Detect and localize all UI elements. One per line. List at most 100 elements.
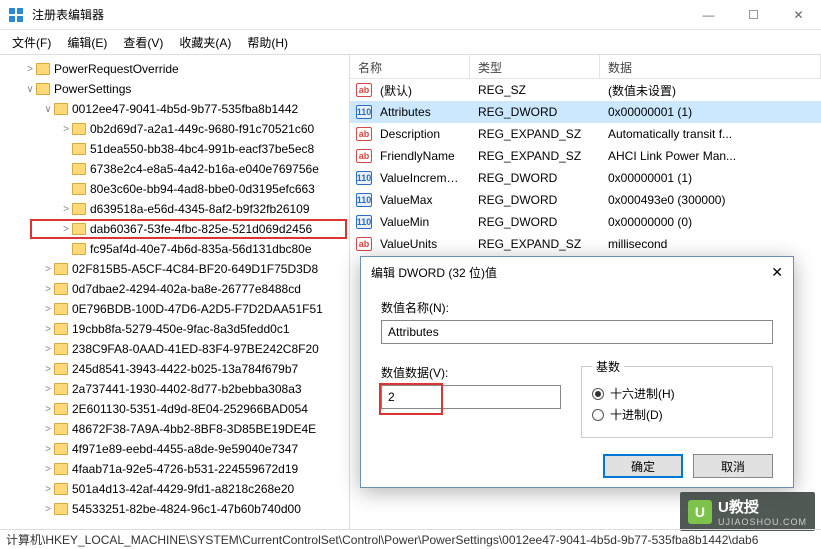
list-row[interactable]: 110ValueMinREG_DWORD0x00000000 (0)	[350, 211, 821, 233]
value-data-input[interactable]	[381, 385, 561, 409]
cell-type: REG_EXPAND_SZ	[470, 127, 600, 141]
expander-icon[interactable]: >	[60, 224, 72, 235]
expander-icon[interactable]: >	[42, 304, 54, 315]
expander-icon[interactable]: >	[42, 424, 54, 435]
value-data-label: 数值数据(V):	[381, 364, 561, 381]
tree-item-label: 51dea550-bb38-4bc4-991b-eacf37be5ec8	[90, 142, 314, 156]
tree-item[interactable]: > PowerRequestOverride	[0, 59, 349, 79]
tree-item[interactable]: >48672F38-7A9A-4bb2-8BF8-3D85BE19DE4E	[0, 419, 349, 439]
list-row[interactable]: 110AttributesREG_DWORD0x00000001 (1)	[350, 101, 821, 123]
menu-edit[interactable]: 编辑(E)	[59, 32, 115, 53]
dialog-titlebar: 编辑 DWORD (32 位)值 ✕	[361, 257, 793, 287]
folder-icon	[72, 223, 86, 235]
folder-icon	[54, 423, 68, 435]
expander-icon[interactable]: ∨	[24, 84, 36, 95]
watermark: U U教授 UJIAOSHOU.COM	[680, 492, 815, 531]
tree-item-label: 2a737441-1930-4402-8d77-b2bebba308a3	[72, 382, 302, 396]
menu-favorites[interactable]: 收藏夹(A)	[171, 32, 239, 53]
tree-item[interactable]: >501a4d13-42af-4429-9fd1-a8218c268e20	[0, 479, 349, 499]
cell-data: Automatically transit f...	[600, 127, 821, 141]
expander-icon[interactable]: >	[42, 484, 54, 495]
tree-item[interactable]: ∨0012ee47-9041-4b5d-9b77-535fba8b1442	[0, 99, 349, 119]
radio-hex[interactable]: 十六进制(H)	[592, 385, 762, 402]
cell-data: 0x00000000 (0)	[600, 215, 821, 229]
expander-icon[interactable]: >	[24, 64, 36, 75]
folder-icon	[72, 123, 86, 135]
tree-item[interactable]: 51dea550-bb38-4bc4-991b-eacf37be5ec8	[0, 139, 349, 159]
menu-view[interactable]: 查看(V)	[115, 32, 171, 53]
tree-item[interactable]: >02F815B5-A5CF-4C84-BF20-649D1F75D3D8	[0, 259, 349, 279]
tree-item[interactable]: 6738e2c4-e8a5-4a42-b16a-e040e769756e	[0, 159, 349, 179]
cell-name: ValueIncrement	[372, 171, 470, 185]
tree-item[interactable]: >0E796BDB-100D-47D6-A2D5-F7D2DAA51F51	[0, 299, 349, 319]
dialog-close-icon[interactable]: ✕	[771, 264, 783, 281]
tree-item[interactable]: 80e3c60e-bb94-4ad8-bbe0-0d3195efc663	[0, 179, 349, 199]
cell-type: REG_EXPAND_SZ	[470, 149, 600, 163]
tree-view[interactable]: > PowerRequestOverride ∨PowerSettings∨0012…	[0, 55, 350, 529]
expander-icon[interactable]: >	[42, 344, 54, 355]
tree-item-label: 02F815B5-A5CF-4C84-BF20-649D1F75D3D8	[72, 262, 318, 276]
tree-item[interactable]: >54533251-82be-4824-96c1-47b60b740d00	[0, 499, 349, 519]
list-row[interactable]: 110ValueMaxREG_DWORD0x000493e0 (300000)	[350, 189, 821, 211]
col-name[interactable]: 名称	[350, 55, 470, 78]
tree-item[interactable]: >245d8541-3943-4422-b025-13a784f679b7	[0, 359, 349, 379]
tree-item[interactable]: >d639518a-e56d-4345-8af2-b9f32fb26109	[0, 199, 349, 219]
list-row[interactable]: 110ValueIncrementREG_DWORD0x00000001 (1)	[350, 167, 821, 189]
tree-item-label: 245d8541-3943-4422-b025-13a784f679b7	[72, 362, 298, 376]
expander-icon[interactable]: >	[42, 364, 54, 375]
tree-item[interactable]: >dab60367-53fe-4fbc-825e-521d069d2456	[0, 219, 349, 239]
cell-data: AHCI Link Power Man...	[600, 149, 821, 163]
radio-dec[interactable]: 十进制(D)	[592, 406, 762, 423]
col-data[interactable]: 数据	[600, 55, 821, 78]
tree-item[interactable]: >0b2d69d7-a2a1-449c-9680-f91c70521c60	[0, 119, 349, 139]
minimize-button[interactable]: —	[686, 0, 731, 30]
tree-item[interactable]: >4faab71a-92e5-4726-b531-224559672d19	[0, 459, 349, 479]
close-button[interactable]: ✕	[776, 0, 821, 30]
tree-item[interactable]: ∨PowerSettings	[0, 79, 349, 99]
base-legend: 基数	[592, 358, 624, 375]
cancel-button[interactable]: 取消	[693, 454, 773, 478]
expander-icon[interactable]: >	[42, 444, 54, 455]
cell-type: REG_DWORD	[470, 193, 600, 207]
tree-item[interactable]: >19cbb8fa-5279-450e-9fac-8a3d5fedd0c1	[0, 319, 349, 339]
tree-item[interactable]: >2E601130-5351-4d9d-8E04-252966BAD054	[0, 399, 349, 419]
value-name-input[interactable]	[381, 320, 773, 344]
expander-icon[interactable]: >	[60, 124, 72, 135]
expander-icon[interactable]: >	[42, 504, 54, 515]
menu-file[interactable]: 文件(F)	[4, 32, 59, 53]
list-row[interactable]: ab(默认)REG_SZ(数值未设置)	[350, 79, 821, 101]
folder-icon	[72, 203, 86, 215]
ok-button[interactable]: 确定	[603, 454, 683, 478]
expander-icon[interactable]: >	[42, 404, 54, 415]
cell-type: REG_DWORD	[470, 171, 600, 185]
list-row[interactable]: abDescriptionREG_EXPAND_SZAutomatically …	[350, 123, 821, 145]
tree-item-label: 80e3c60e-bb94-4ad8-bbe0-0d3195efc663	[90, 182, 315, 196]
tree-item[interactable]: >4f971e89-eebd-4455-a8de-9e59040e7347	[0, 439, 349, 459]
col-type[interactable]: 类型	[470, 55, 600, 78]
statusbar: 计算机\HKEY_LOCAL_MACHINE\SYSTEM\CurrentCon…	[0, 529, 821, 549]
expander-icon[interactable]: >	[60, 204, 72, 215]
maximize-button[interactable]: ☐	[731, 0, 776, 30]
folder-icon	[54, 483, 68, 495]
menu-help[interactable]: 帮助(H)	[239, 32, 296, 53]
cell-name: (默认)	[372, 82, 470, 99]
list-header: 名称 类型 数据	[350, 55, 821, 79]
tree-item-label: 0b2d69d7-a2a1-449c-9680-f91c70521c60	[90, 122, 314, 136]
expander-icon[interactable]: >	[42, 324, 54, 335]
expander-icon[interactable]: >	[42, 464, 54, 475]
tree-item[interactable]: >238C9FA8-0AAD-41ED-83F4-97BE242C8F20	[0, 339, 349, 359]
expander-icon[interactable]: >	[42, 384, 54, 395]
expander-icon[interactable]: ∨	[42, 104, 54, 115]
folder-icon	[54, 383, 68, 395]
list-row[interactable]: abFriendlyNameREG_EXPAND_SZAHCI Link Pow…	[350, 145, 821, 167]
value-name-label: 数值名称(N):	[381, 299, 773, 316]
tree-item[interactable]: >0d7dbae2-4294-402a-ba8e-26777e8488cd	[0, 279, 349, 299]
list-row[interactable]: abValueUnitsREG_EXPAND_SZmillisecond	[350, 233, 821, 255]
folder-icon	[72, 143, 86, 155]
cell-type: REG_EXPAND_SZ	[470, 237, 600, 251]
expander-icon[interactable]: >	[42, 284, 54, 295]
tree-item[interactable]: >2a737441-1930-4402-8d77-b2bebba308a3	[0, 379, 349, 399]
expander-icon[interactable]: >	[42, 264, 54, 275]
tree-item[interactable]: fc95af4d-40e7-4b6d-835a-56d131dbc80e	[0, 239, 349, 259]
tree-item-label: PowerRequestOverride	[54, 62, 179, 76]
